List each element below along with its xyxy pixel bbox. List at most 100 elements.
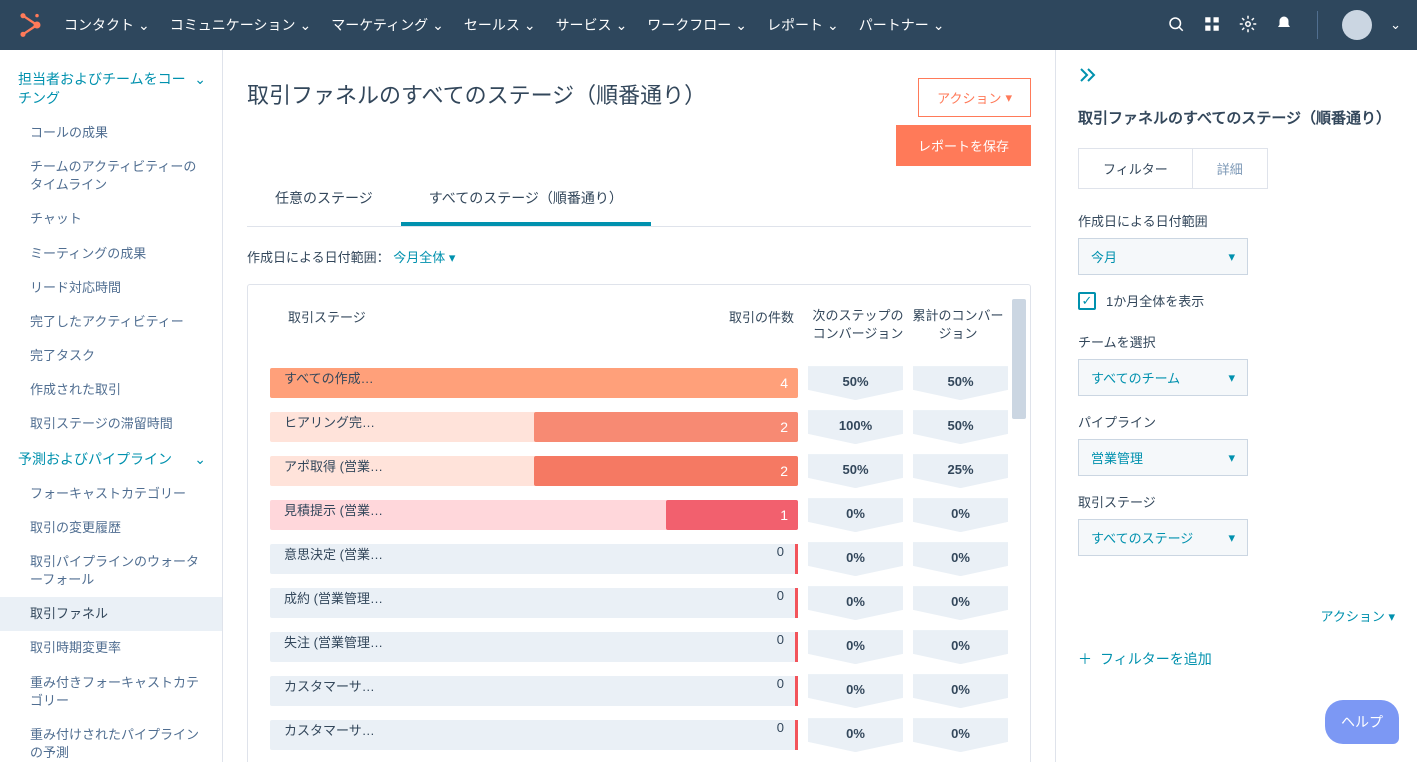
stage-label: カスタマーサ…	[284, 720, 375, 739]
nav-menu-item[interactable]: サービス⌄	[548, 9, 636, 41]
nav-menu-item[interactable]: ワークフロー⌄	[639, 9, 755, 41]
date-filter-link[interactable]: 今月全体 ▾	[393, 250, 455, 265]
stage-label: 失注 (営業管理…	[284, 632, 383, 651]
avatar[interactable]	[1342, 10, 1372, 40]
date-filter-line: 作成日による日付範囲： 今月全体 ▾	[247, 247, 1031, 266]
sidebar-item[interactable]: チームのアクティビティーのタイムライン	[0, 150, 222, 202]
funnel-row: すべての作成…450%50%	[270, 366, 1008, 400]
nav-menu-item[interactable]: マーケティング⌄	[323, 9, 452, 41]
next-conversion-cell: 50%	[808, 366, 903, 400]
save-report-button[interactable]: レポートを保存	[896, 125, 1031, 166]
help-button[interactable]: ヘルプ	[1325, 700, 1399, 744]
stage-label: すべての作成…	[284, 368, 374, 387]
sidebar-item[interactable]: 取引パイプラインのウォーターフォール	[0, 545, 222, 597]
expand-icon[interactable]	[1078, 68, 1395, 87]
page-title: 取引ファネルのすべてのステージ（順番通り）	[247, 78, 706, 110]
caret-down-icon: ▾	[1228, 530, 1235, 546]
search-icon[interactable]	[1167, 15, 1185, 36]
next-conversion-cell: 100%	[808, 410, 903, 444]
next-conversion-cell: 0%	[808, 498, 903, 532]
action-button[interactable]: アクション▾	[918, 78, 1031, 117]
marketplace-icon[interactable]	[1203, 15, 1221, 36]
cumulative-conversion-cell: 25%	[913, 454, 1008, 488]
sidebar: 担当者およびチームをコーチング⌄コールの成果チームのアクティビティーのタイムライ…	[0, 50, 223, 762]
funnel-row: アポ取得 (営業… 2 50% 25%	[270, 454, 1008, 488]
chevron-down-icon: ⌄	[432, 17, 444, 34]
chevron-down-icon: ⌄	[735, 17, 747, 34]
funnel-chart: 取引ステージ 取引の件数 次のステップのコンバージョン 累計のコンバージョン す…	[247, 284, 1031, 762]
sidebar-item[interactable]: チャット	[0, 202, 222, 236]
col-header-cumconv: 累計のコンバージョン	[908, 307, 1008, 342]
sidebar-item[interactable]: 取引時期変更率	[0, 631, 222, 665]
chart-scrollbar[interactable]	[1012, 299, 1026, 419]
next-conversion-cell: 0%	[808, 718, 903, 752]
next-conversion-cell: 50%	[808, 454, 903, 488]
stage-label: 見積提示 (営業…	[284, 500, 383, 519]
sidebar-item[interactable]: 作成された取引	[0, 373, 222, 407]
sidebar-section-header[interactable]: 担当者およびチームをコーチング⌄	[0, 62, 222, 116]
next-conversion-cell: 0%	[808, 542, 903, 576]
whole-month-checkbox[interactable]: ✓	[1078, 292, 1096, 310]
col-header-stage: 取引ステージ	[270, 307, 718, 342]
nav-menu-item[interactable]: パートナー⌄	[851, 9, 953, 41]
sidebar-item[interactable]: リード対応時間	[0, 271, 222, 305]
count-value: 0	[777, 544, 784, 559]
sidebar-item[interactable]: 完了タスク	[0, 339, 222, 373]
stage-label: ヒアリング完…	[284, 412, 375, 431]
funnel-row: 見積提示 (営業…10%0%	[270, 498, 1008, 532]
team-select[interactable]: すべてのチーム▾	[1078, 359, 1248, 396]
sidebar-item[interactable]: 取引ファネル	[0, 597, 222, 631]
right-panel: 取引ファネルのすべてのステージ（順番通り） フィルター 詳細 作成日による日付範…	[1055, 50, 1417, 762]
sidebar-item[interactable]: 重み付けされたパイプラインの予測	[0, 718, 222, 762]
report-tab[interactable]: すべてのステージ（順番通り）	[401, 174, 651, 226]
tab-detail[interactable]: 詳細	[1193, 149, 1267, 188]
funnel-bar: 2	[534, 456, 798, 486]
cumulative-conversion-cell: 0%	[913, 718, 1008, 752]
funnel-bar: 1	[666, 500, 798, 530]
cumulative-conversion-cell: 0%	[913, 542, 1008, 576]
tab-filter[interactable]: フィルター	[1079, 149, 1193, 188]
cumulative-conversion-cell: 50%	[913, 366, 1008, 400]
next-conversion-cell: 0%	[808, 630, 903, 664]
notification-icon[interactable]	[1275, 15, 1293, 36]
sidebar-item[interactable]: コールの成果	[0, 116, 222, 150]
sidebar-item[interactable]: 取引ステージの滞留時間	[0, 407, 222, 441]
sidebar-item[interactable]: 完了したアクティビティー	[0, 305, 222, 339]
sidebar-item[interactable]: 取引の変更履歴	[0, 511, 222, 545]
funnel-row: 成約 (営業管理…00%0%	[270, 586, 1008, 620]
cumulative-conversion-cell: 0%	[913, 674, 1008, 708]
nav-menu-item[interactable]: コンタクト⌄	[56, 9, 158, 41]
pipeline-label: パイプライン	[1078, 412, 1395, 431]
funnel-bar: 2	[534, 412, 798, 442]
stage-select[interactable]: すべてのステージ▾	[1078, 519, 1248, 556]
stage-label: アポ取得 (営業…	[284, 456, 383, 475]
cumulative-conversion-cell: 0%	[913, 586, 1008, 620]
count-value: 0	[777, 588, 784, 603]
count-value: 0	[777, 720, 784, 735]
chevron-down-icon: ⌄	[933, 17, 945, 34]
chevron-down-icon: ⌄	[299, 17, 311, 34]
sidebar-section-header[interactable]: 予測およびパイプライン⌄	[0, 442, 222, 477]
add-filter-button[interactable]: ＋フィルターを追加	[1078, 649, 1395, 669]
nav-menu-item[interactable]: レポート⌄	[759, 9, 847, 41]
sidebar-item[interactable]: フォーキャストカテゴリー	[0, 477, 222, 511]
sidebar-item[interactable]: 重み付きフォーキャストカテゴリー	[0, 666, 222, 718]
caret-down-icon: ▾	[1228, 249, 1235, 265]
right-panel-title: 取引ファネルのすべてのステージ（順番通り）	[1078, 107, 1395, 128]
sidebar-item[interactable]: ミーティングの成果	[0, 237, 222, 271]
caret-down-icon: ▾	[1228, 450, 1235, 466]
funnel-row: ヒアリング完…2100%50%	[270, 410, 1008, 444]
settings-icon[interactable]	[1239, 15, 1257, 36]
report-tab[interactable]: 任意のステージ	[247, 174, 401, 226]
date-range-select[interactable]: 今月▾	[1078, 238, 1248, 275]
stage-label: 成約 (営業管理…	[284, 588, 383, 607]
pipeline-select[interactable]: 営業管理▾	[1078, 439, 1248, 476]
right-action-link[interactable]: アクション ▾	[1078, 606, 1395, 625]
col-header-count: 取引の件数	[718, 307, 808, 342]
main-content: 取引ファネルのすべてのステージ（順番通り） アクション▾ レポートを保存 任意の…	[223, 50, 1055, 762]
funnel-row: 失注 (営業管理…00%0%	[270, 630, 1008, 664]
nav-menu-item[interactable]: セールス⌄	[456, 9, 544, 41]
account-chevron-icon[interactable]: ⌄	[1390, 17, 1401, 33]
funnel-row: カスタマーサ…00%0%	[270, 674, 1008, 708]
nav-menu-item[interactable]: コミュニケーション⌄	[162, 9, 319, 41]
